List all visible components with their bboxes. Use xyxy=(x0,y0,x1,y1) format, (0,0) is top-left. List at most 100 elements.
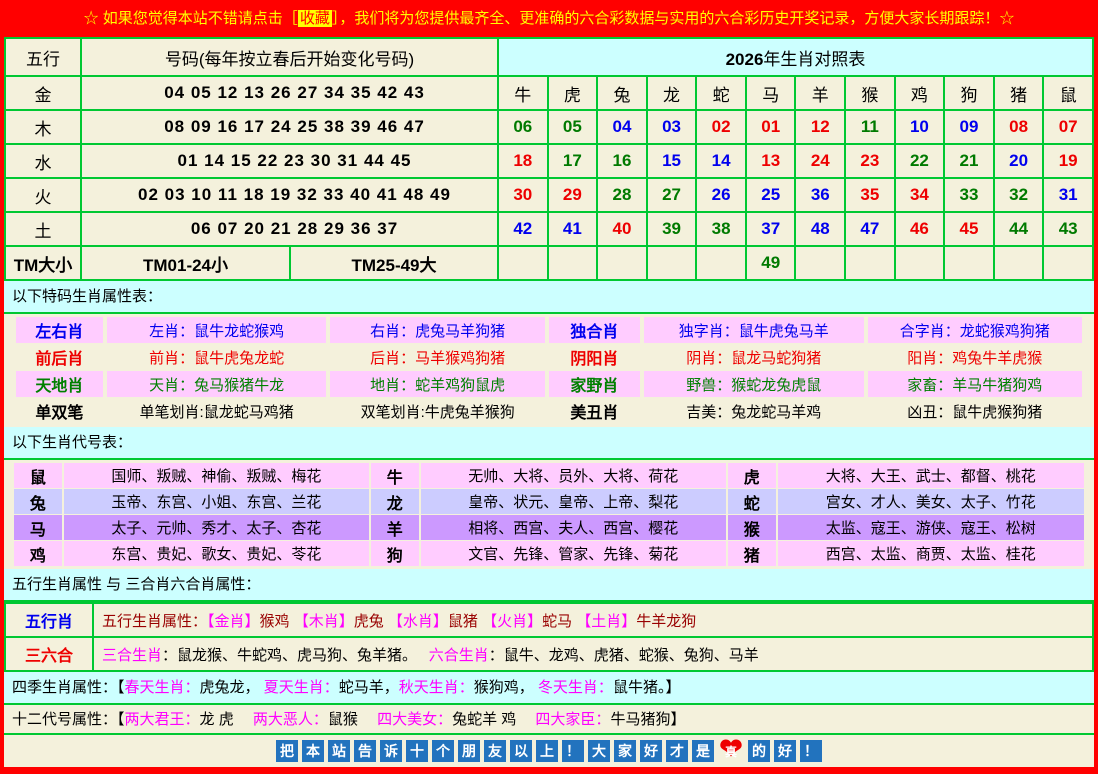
twelve-codenames-row: 十二代号属性：【两大君王：龙 虎 两大恶人：鼠猴 四大美女：兔蛇羊 鸡 四大家臣… xyxy=(4,705,1094,735)
footer-slogan-banner: 把 本 站 告 诉 十 个 朋 友 以 上 ！ 大 家 好 才 是 ❤真 的 好… xyxy=(4,735,1094,767)
code-names: 无帅、大将、员外、大将、荷花 xyxy=(421,463,726,488)
attr-value: 凶丑：鼠牛虎猴狗猪 xyxy=(868,398,1082,424)
zodiac-number: 09 xyxy=(944,110,994,144)
empty-cell xyxy=(597,246,647,280)
page: ☆ 如果您觉得本站不错请点击［收藏］，我们将为您提供最齐全、更准确的六合彩数据与… xyxy=(4,0,1094,767)
code-zodiac: 牛 xyxy=(371,463,419,488)
empty-cell xyxy=(994,246,1044,280)
slogan-char-box: 本 xyxy=(302,740,324,762)
zodiac-number: 26 xyxy=(696,178,746,212)
zodiac-number: 43 xyxy=(1043,212,1093,246)
code-row: 鼠国师、叛贼、神偷、叛贼、梅花 牛无帅、大将、员外、大将、荷花 虎大将、大王、武… xyxy=(14,463,1084,488)
code-zodiac: 猪 xyxy=(728,541,776,566)
attr-value: 独字肖：鼠牛虎兔马羊 xyxy=(644,317,864,343)
code-zodiac: 猴 xyxy=(728,515,776,540)
code-names: 大将、大王、武士、都督、桃花 xyxy=(778,463,1084,488)
zodiac-number: 30 xyxy=(498,178,548,212)
empty-cell xyxy=(845,246,895,280)
element-row-fire: 火 02 03 10 11 18 19 32 33 40 41 48 49 30… xyxy=(5,178,1093,212)
slogan-char-box: 大 xyxy=(588,740,610,762)
wuxing-zodiac-row: 五行肖 五行生肖属性：【金肖】猴鸡 【木肖】虎兔 【水肖】鼠猪 【火肖】蛇马 【… xyxy=(5,603,1093,637)
element-row-earth: 土 06 07 20 21 28 29 36 37 42414039383748… xyxy=(5,212,1093,246)
text-segment: 【木肖】 xyxy=(294,613,354,630)
text-segment: 六合生肖 xyxy=(429,647,489,664)
attr-value: 地肖：蛇羊鸡狗鼠虎 xyxy=(330,371,544,397)
code-zodiac: 虎 xyxy=(728,463,776,488)
zodiac-number: 02 xyxy=(696,110,746,144)
element-name: 火 xyxy=(5,178,81,212)
text-segment: 猴狗鸡， xyxy=(474,679,538,696)
code-zodiac: 龙 xyxy=(371,489,419,514)
code-names: 东宫、贵妃、歌女、贵妃、苓花 xyxy=(64,541,369,566)
attr-label: 左右肖 xyxy=(16,317,103,343)
attr-value: 右肖：虎兔马羊狗猪 xyxy=(330,317,544,343)
wux-section-title: 五行生肖属性 与 三合肖六合肖属性： xyxy=(4,569,1094,602)
slogan-char-box: 上 xyxy=(536,740,558,762)
harmony-row: 三六合 三合生肖：鼠龙猴、牛蛇鸡、虎马狗、兔羊猪。 六合生肖：鼠牛、龙鸡、虎猪、… xyxy=(5,637,1093,671)
text-segment: 五行生肖属性： xyxy=(102,613,207,630)
attr-value: 后肖：马羊猴鸡狗猪 xyxy=(330,344,544,370)
zodiac-number: 34 xyxy=(895,178,945,212)
attr-value: 家畜：羊马牛猪狗鸡 xyxy=(868,371,1082,397)
zodiac-number: 45 xyxy=(944,212,994,246)
zodiac-number: 44 xyxy=(994,212,1044,246)
table-header-row: 五行 号码(每年按立春后开始变化号码) 2026年生肖对照表 xyxy=(5,38,1093,76)
text-segment: 【水肖】 xyxy=(388,613,448,630)
attr-value: 野兽：猴蛇龙兔虎鼠 xyxy=(644,371,864,397)
slogan-char-box: 个 xyxy=(432,740,454,762)
slogan-char-box: 朋 xyxy=(458,740,480,762)
slogan-char-box: 把 xyxy=(276,740,298,762)
attr-value: 阳肖：鸡兔牛羊虎猴 xyxy=(868,344,1082,370)
attr-label: 家野肖 xyxy=(549,371,640,397)
attr-label: 阴阳肖 xyxy=(549,344,640,370)
text-segment: 四大美女： xyxy=(377,711,452,728)
element-row-gold: 金 04 05 12 13 26 27 34 35 42 43 牛虎兔龙蛇马羊猴… xyxy=(5,76,1093,110)
slogan-char-box: 好 xyxy=(774,740,796,762)
text-segment: 秋天生肖： xyxy=(399,679,474,696)
slogan-char-box: 站 xyxy=(328,740,350,762)
code-zodiac: 兔 xyxy=(14,489,62,514)
code-row: 兔玉帝、东宫、小姐、东宫、兰花 龙皇帝、状元、皇帝、上帝、梨花 蛇宫女、才人、美… xyxy=(14,489,1084,514)
zodiac-number: 14 xyxy=(696,144,746,178)
code-zodiac: 鸡 xyxy=(14,541,62,566)
zodiac-animal: 羊 xyxy=(795,76,845,110)
zodiac-number: 48 xyxy=(795,212,845,246)
slogan-char-box: 家 xyxy=(614,740,636,762)
zodiac-number: 15 xyxy=(647,144,697,178)
text-segment: 两大恶人： xyxy=(253,711,328,728)
text-segment: 【土肖】 xyxy=(576,613,636,630)
text-segment: 虎兔龙， xyxy=(200,679,264,696)
zodiac-animal: 狗 xyxy=(944,76,994,110)
code-names: 国师、叛贼、神偷、叛贼、梅花 xyxy=(64,463,369,488)
zodiac-number: 07 xyxy=(1043,110,1093,144)
slogan-char-box: ！ xyxy=(562,740,584,762)
attr-value: 天肖：兔马猴猪牛龙 xyxy=(107,371,327,397)
tm-size-label: TM大小 xyxy=(5,246,81,280)
text-segment: 虎兔 xyxy=(354,613,388,630)
element-row-wood: 木 08 09 16 17 24 25 38 39 46 47 06050403… xyxy=(5,110,1093,144)
attr-row-skyearth: 天地肖天肖：兔马猴猪牛龙地肖：蛇羊鸡狗鼠虎 家野肖野兽：猴蛇龙兔虎鼠家畜：羊马牛… xyxy=(16,371,1082,397)
four-seasons-row: 四季生肖属性：【春天生肖：虎兔龙， 夏天生肖：蛇马羊，秋天生肖：猴狗鸡， 冬天生… xyxy=(4,672,1094,705)
zodiac-number: 17 xyxy=(548,144,598,178)
attr-section-title: 以下特码生肖属性表： xyxy=(4,281,1094,314)
element-name: 土 xyxy=(5,212,81,246)
zodiac-animal: 蛇 xyxy=(696,76,746,110)
slogan-char-box: 才 xyxy=(666,740,688,762)
text-segment: 兔蛇羊 鸡 xyxy=(452,711,535,728)
zodiac-number: 28 xyxy=(597,178,647,212)
code-row: 鸡东宫、贵妃、歌女、贵妃、苓花 狗文官、先锋、管家、先锋、菊花 猪西宫、太监、商… xyxy=(14,541,1084,566)
zodiac-number: 47 xyxy=(845,212,895,246)
zodiac-number: 46 xyxy=(895,212,945,246)
zodiac-number: 08 xyxy=(994,110,1044,144)
favorite-link[interactable]: 收藏 xyxy=(298,10,332,27)
code-names: 相将、西宫、夫人、西宫、樱花 xyxy=(421,515,726,540)
slogan-char-box: 以 xyxy=(510,740,532,762)
attr-value: 合字肖：龙蛇猴鸡狗猪 xyxy=(868,317,1082,343)
harmony-row-label: 三六合 xyxy=(5,637,93,671)
code-names: 文官、先锋、管家、先锋、菊花 xyxy=(421,541,726,566)
text-segment: 【火肖】 xyxy=(482,613,542,630)
code-zodiac: 蛇 xyxy=(728,489,776,514)
zodiac-number: 49 xyxy=(746,246,796,280)
wuxing-harmony-table: 五行肖 五行生肖属性：【金肖】猴鸡 【木肖】虎兔 【水肖】鼠猪 【火肖】蛇马 【… xyxy=(4,602,1094,672)
attr-label: 前后肖 xyxy=(16,344,103,370)
